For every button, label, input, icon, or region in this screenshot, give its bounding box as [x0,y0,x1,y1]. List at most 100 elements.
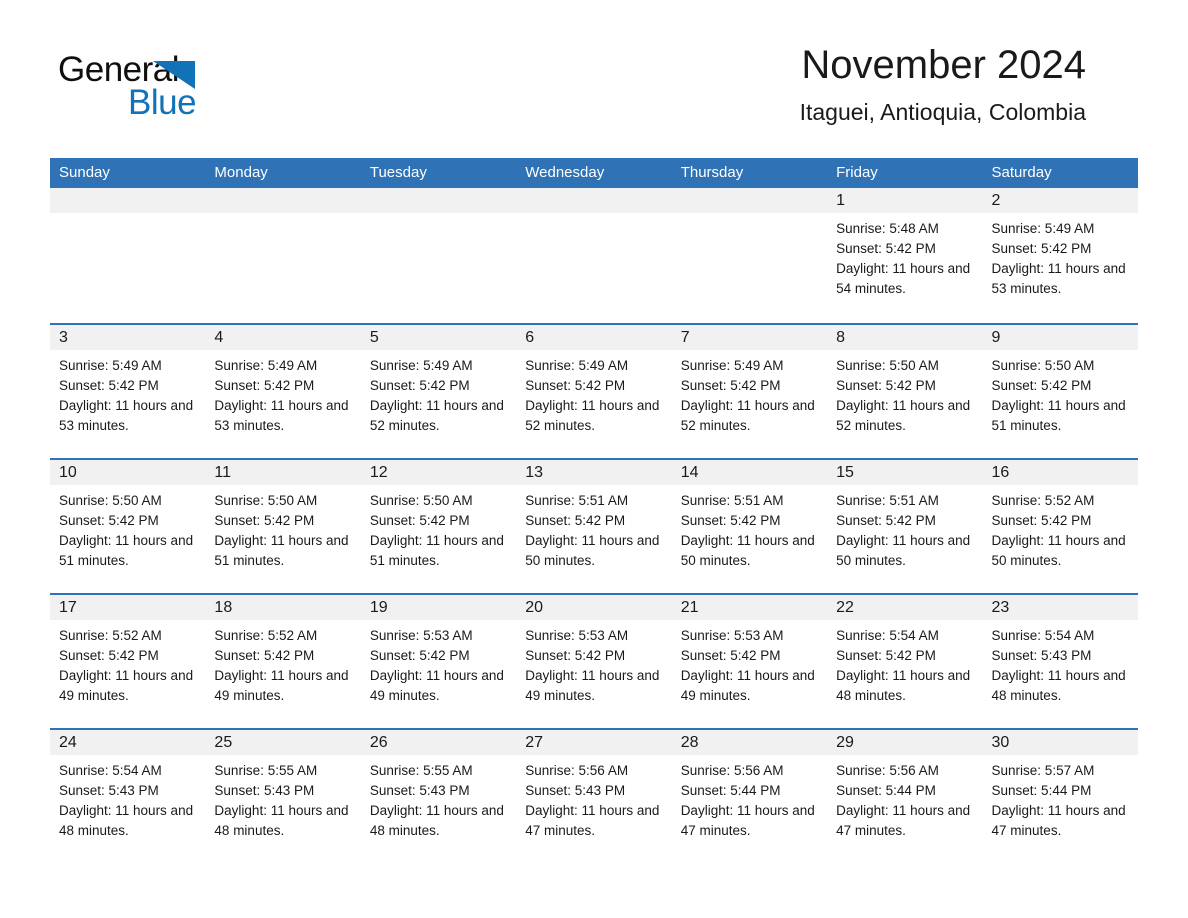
sunset-text: Sunset: 5:42 PM [836,241,936,256]
calendar-day-cell[interactable]: 25 Sunrise: 5:55 AM Sunset: 5:43 PM Dayligh… [205,730,361,863]
calendar-day-cell[interactable]: 23 Sunrise: 5:54 AM Sunset: 5:43 PM Dayligh… [982,595,1138,728]
sunrise-text: Sunrise: 5:49 AM [59,358,162,373]
day-details: Sunrise: 5:50 AM Sunset: 5:42 PM Daylight:… [827,350,982,436]
calendar-day-cell[interactable]: 21 Sunrise: 5:53 AM Sunset: 5:42 PM Dayligh… [671,595,828,728]
sunrise-text: Sunrise: 5:53 AM [525,628,629,643]
day-number: 29 [827,730,983,755]
day-details: Sunrise: 5:49 AM Sunset: 5:42 PM Daylight:… [361,350,516,436]
daylight-text: Daylight: 11 hours and 48 minutes. [991,668,1126,703]
calendar-day-cell[interactable]: 8 Sunrise: 5:50 AM Sunset: 5:42 PM Daylight… [827,325,983,458]
calendar-day-cell[interactable]: 24 Sunrise: 5:54 AM Sunset: 5:43 PM Dayligh… [50,730,206,863]
day-number: 27 [516,730,672,755]
sunrise-text: Sunrise: 5:49 AM [991,221,1095,236]
day-details: Sunrise: 5:49 AM Sunset: 5:42 PM Daylight:… [205,350,360,436]
sunset-text: Sunset: 5:42 PM [214,378,315,393]
sunset-text: Sunset: 5:42 PM [214,648,315,663]
sunset-text: Sunset: 5:42 PM [836,378,936,393]
daylight-text: Daylight: 11 hours and 50 minutes. [991,533,1126,568]
calendar-day-cell[interactable]: 1 Sunrise: 5:48 AM Sunset: 5:42 PM Daylight… [827,188,983,323]
calendar-day-cell[interactable]: 18 Sunrise: 5:52 AM Sunset: 5:42 PM Dayligh… [205,595,361,728]
sunset-text: Sunset: 5:43 PM [991,648,1092,663]
sunset-text: Sunset: 5:42 PM [214,513,315,528]
daylight-text: Daylight: 11 hours and 47 minutes. [680,803,815,838]
calendar-day-cell[interactable]: 15 Sunrise: 5:51 AM Sunset: 5:42 PM Dayligh… [827,460,983,593]
calendar-day-cell[interactable]: 27 Sunrise: 5:56 AM Sunset: 5:43 PM Dayligh… [516,730,672,863]
calendar-day-cell[interactable]: 9 Sunrise: 5:50 AM Sunset: 5:42 PM Daylight… [982,325,1138,458]
sunset-text: Sunset: 5:42 PM [836,648,936,663]
day-number: 20 [516,595,672,620]
day-details: Sunrise: 5:53 AM Sunset: 5:42 PM Daylight:… [361,620,516,706]
sunset-text: Sunset: 5:43 PM [214,783,315,798]
day-number: 9 [982,325,1138,350]
day-details: Sunrise: 5:52 AM Sunset: 5:42 PM Daylight:… [205,620,360,706]
calendar-day-cell[interactable]: 6 Sunrise: 5:49 AM Sunset: 5:42 PM Daylight… [516,325,672,458]
sunrise-text: Sunrise: 5:57 AM [991,763,1095,778]
day-number [360,188,517,213]
day-number: 6 [516,325,672,350]
day-number: 2 [982,188,1138,213]
sunset-text: Sunset: 5:42 PM [59,378,159,393]
sunrise-text: Sunrise: 5:55 AM [369,763,473,778]
calendar-day-cell[interactable]: 14 Sunrise: 5:51 AM Sunset: 5:42 PM Dayligh… [671,460,828,593]
calendar-week-row: 10 Sunrise: 5:50 AM Sunset: 5:42 PM Dayligh… [50,458,1138,593]
daylight-text: Daylight: 11 hours and 51 minutes. [991,398,1126,433]
calendar-day-cell[interactable]: 17 Sunrise: 5:52 AM Sunset: 5:42 PM Dayligh… [50,595,206,728]
sunrise-text: Sunrise: 5:49 AM [525,358,629,373]
weekday-header-saturday: Saturday [991,164,1052,181]
calendar-day-cell[interactable]: 16 Sunrise: 5:52 AM Sunset: 5:42 PM Dayligh… [982,460,1138,593]
calendar-day-cell[interactable]: 3 Sunrise: 5:49 AM Sunset: 5:42 PM Daylight… [50,325,206,458]
calendar-day-cell[interactable]: 29 Sunrise: 5:56 AM Sunset: 5:44 PM Dayligh… [827,730,983,863]
calendar-day-cell[interactable]: 19 Sunrise: 5:53 AM Sunset: 5:42 PM Dayligh… [360,595,517,728]
sunrise-text: Sunrise: 5:51 AM [680,493,784,508]
calendar-day-cell[interactable]: 12 Sunrise: 5:50 AM Sunset: 5:42 PM Dayligh… [360,460,517,593]
calendar-day-cell[interactable]: 22 Sunrise: 5:54 AM Sunset: 5:42 PM Dayligh… [827,595,983,728]
daylight-text: Daylight: 11 hours and 49 minutes. [369,668,504,703]
day-number [205,188,361,213]
day-details: Sunrise: 5:56 AM Sunset: 5:44 PM Daylight:… [827,755,982,841]
calendar-day-cell[interactable]: 10 Sunrise: 5:50 AM Sunset: 5:42 PM Dayligh… [50,460,206,593]
daylight-text: Daylight: 11 hours and 53 minutes. [991,261,1126,296]
sunrise-text: Sunrise: 5:54 AM [836,628,939,643]
calendar-day-cell[interactable]: 11 Sunrise: 5:50 AM Sunset: 5:42 PM Dayligh… [205,460,361,593]
weekday-header-monday: Monday [214,164,268,181]
sunset-text: Sunset: 5:42 PM [991,378,1092,393]
day-number: 15 [827,460,983,485]
weekday-header-wednesday: Wednesday [525,164,605,181]
calendar-day-cell-empty [671,188,828,323]
calendar-day-cell[interactable]: 13 Sunrise: 5:51 AM Sunset: 5:42 PM Dayligh… [516,460,672,593]
sunrise-text: Sunrise: 5:56 AM [680,763,784,778]
day-details: Sunrise: 5:51 AM Sunset: 5:42 PM Daylight:… [516,485,671,571]
sunset-text: Sunset: 5:42 PM [991,513,1092,528]
sunrise-text: Sunrise: 5:54 AM [59,763,162,778]
sunset-text: Sunset: 5:42 PM [525,648,626,663]
general-blue-logo[interactable]: General Blue [58,52,248,120]
day-number: 26 [360,730,517,755]
sunrise-text: Sunrise: 5:56 AM [525,763,629,778]
calendar-day-cell[interactable]: 30 Sunrise: 5:57 AM Sunset: 5:44 PM Dayligh… [982,730,1138,863]
weekday-header-thursday: Thursday [680,164,744,181]
calendar-weeks: 1 Sunrise: 5:48 AM Sunset: 5:42 PM Daylight… [50,188,1138,863]
sunrise-text: Sunrise: 5:53 AM [680,628,784,643]
day-number: 16 [982,460,1138,485]
calendar-day-cell[interactable]: 4 Sunrise: 5:49 AM Sunset: 5:42 PM Daylight… [205,325,361,458]
calendar-day-cell[interactable]: 2 Sunrise: 5:49 AM Sunset: 5:42 PM Daylight… [982,188,1138,323]
day-details: Sunrise: 5:57 AM Sunset: 5:44 PM Daylight:… [983,755,1138,841]
weekday-header-row: Sunday Monday Tuesday Wednesday Thursday Frid… [50,158,1138,188]
sunset-text: Sunset: 5:42 PM [525,378,626,393]
calendar-day-cell[interactable]: 20 Sunrise: 5:53 AM Sunset: 5:42 PM Dayligh… [516,595,672,728]
calendar-day-cell[interactable]: 7 Sunrise: 5:49 AM Sunset: 5:42 PM Daylight… [671,325,828,458]
calendar-day-cell[interactable]: 5 Sunrise: 5:49 AM Sunset: 5:42 PM Daylight… [360,325,517,458]
day-details: Sunrise: 5:51 AM Sunset: 5:42 PM Daylight:… [827,485,982,571]
daylight-text: Daylight: 11 hours and 48 minutes. [369,803,504,838]
day-details: Sunrise: 5:52 AM Sunset: 5:42 PM Daylight:… [983,485,1138,571]
daylight-text: Daylight: 11 hours and 47 minutes. [525,803,660,838]
day-number: 11 [205,460,361,485]
calendar-day-cell[interactable]: 26 Sunrise: 5:55 AM Sunset: 5:43 PM Dayligh… [360,730,517,863]
calendar-day-cell[interactable]: 28 Sunrise: 5:56 AM Sunset: 5:44 PM Dayligh… [671,730,828,863]
day-number: 13 [516,460,672,485]
day-details: Sunrise: 5:49 AM Sunset: 5:42 PM Daylight:… [983,213,1138,299]
daylight-text: Daylight: 11 hours and 47 minutes. [991,803,1126,838]
day-details: Sunrise: 5:50 AM Sunset: 5:42 PM Daylight:… [361,485,516,571]
sunset-text: Sunset: 5:42 PM [369,513,470,528]
sunrise-text: Sunrise: 5:50 AM [836,358,939,373]
